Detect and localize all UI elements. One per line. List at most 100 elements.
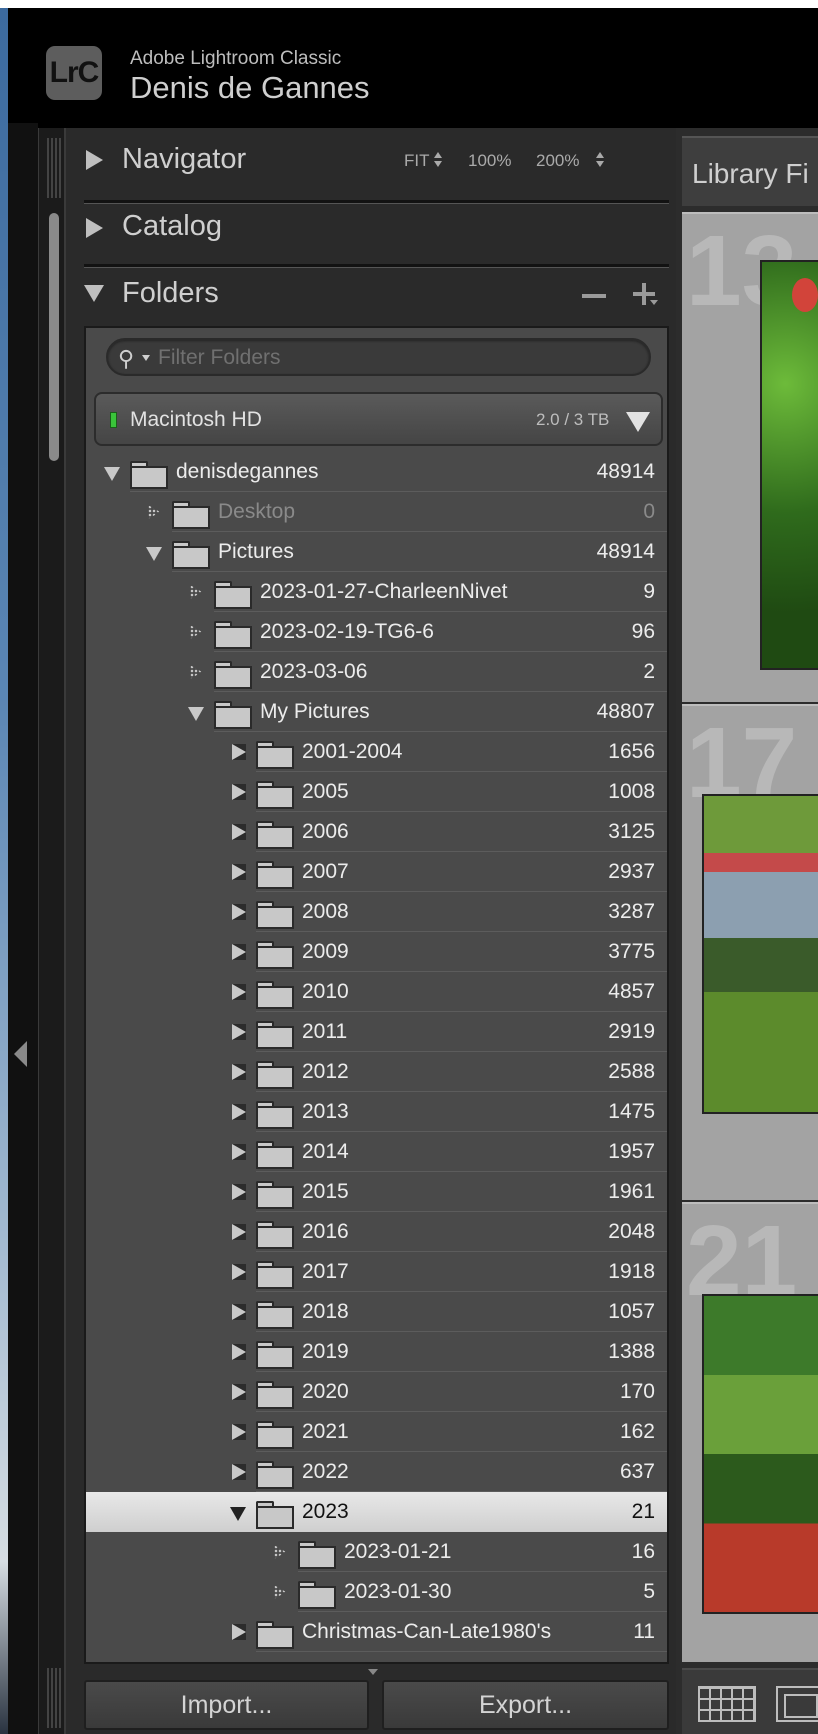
volume-header[interactable]: Macintosh HD 2.0 / 3 TB <box>94 392 663 446</box>
loupe-view-icon[interactable] <box>776 1686 818 1722</box>
folder-row[interactable]: 2007 2937 <box>86 852 667 892</box>
remove-folder-icon[interactable] <box>582 294 606 298</box>
disclosure-collapsed-icon[interactable] <box>232 824 246 840</box>
disclosure-collapsed-icon[interactable] <box>232 864 246 880</box>
folder-row[interactable]: My Pictures 48807 <box>86 692 667 732</box>
collapse-left-panel-icon[interactable] <box>14 1041 27 1067</box>
disclosure-empty-icon[interactable] <box>274 1545 286 1559</box>
photo-thumbnail[interactable] <box>702 1294 818 1614</box>
zoom-fit-option[interactable]: FIT <box>404 151 430 171</box>
collapse-triangle-icon[interactable] <box>84 285 104 302</box>
disclosure-empty-icon[interactable] <box>190 585 202 599</box>
disclosure-collapsed-icon[interactable] <box>232 784 246 800</box>
disclosure-collapsed-icon[interactable] <box>232 1184 246 1200</box>
search-icon[interactable]: ⚲ <box>118 346 134 372</box>
folder-row[interactable]: 2023-01-30 5 <box>86 1572 667 1612</box>
disclosure-empty-icon[interactable] <box>274 1585 286 1599</box>
filter-folders-field[interactable]: ⚲ <box>106 338 651 376</box>
folder-row[interactable]: 2016 2048 <box>86 1212 667 1252</box>
disclosure-collapsed-icon[interactable] <box>232 1424 246 1440</box>
folder-name: 2007 <box>302 860 349 883</box>
disclosure-collapsed-icon[interactable] <box>232 1104 246 1120</box>
folder-row[interactable]: 2021 162 <box>86 1412 667 1452</box>
folder-row[interactable]: 2001-2004 1656 <box>86 732 667 772</box>
folder-row[interactable]: 2023-03-06 2 <box>86 652 667 692</box>
folder-row[interactable]: 2009 3775 <box>86 932 667 972</box>
folder-row[interactable]: 2014 1957 <box>86 1132 667 1172</box>
folder-row[interactable]: 2012 2588 <box>86 1052 667 1092</box>
disclosure-collapsed-icon[interactable] <box>232 1024 246 1040</box>
folder-name: 2009 <box>302 940 349 963</box>
volume-menu-triangle-icon[interactable] <box>626 412 650 432</box>
folder-row[interactable]: 2023-01-21 16 <box>86 1532 667 1572</box>
add-folder-menu-caret-icon[interactable] <box>650 300 658 305</box>
folder-row[interactable]: Desktop 0 <box>86 492 667 532</box>
folder-row[interactable]: Christmas-Can-Late1980's 11 <box>86 1612 667 1652</box>
grid-cell[interactable]: 21 <box>682 1202 818 1662</box>
folder-icon <box>256 1221 294 1249</box>
navigator-header[interactable]: Navigator FIT 100% 200% <box>66 128 678 192</box>
grid-cell[interactable]: 13 <box>682 212 818 702</box>
disclosure-collapsed-icon[interactable] <box>232 1144 246 1160</box>
folder-row[interactable]: denisdegannes 48914 <box>86 452 667 492</box>
folder-name: 2015 <box>302 1180 349 1203</box>
disclosure-collapsed-icon[interactable] <box>232 1304 246 1320</box>
folder-row[interactable]: 2020 170 <box>86 1372 667 1412</box>
folder-row[interactable]: 2011 2919 <box>86 1012 667 1052</box>
folder-row[interactable]: 2010 4857 <box>86 972 667 1012</box>
disclosure-collapsed-icon[interactable] <box>232 1064 246 1080</box>
folder-row[interactable]: 2017 1918 <box>86 1252 667 1292</box>
folder-row[interactable]: 2006 3125 <box>86 812 667 852</box>
disclosure-empty-icon[interactable] <box>148 505 160 519</box>
export-button[interactable]: Export... <box>382 1680 669 1730</box>
disclosure-collapsed-icon[interactable] <box>232 1464 246 1480</box>
disclosure-collapsed-icon[interactable] <box>232 1264 246 1280</box>
disclosure-expanded-icon[interactable] <box>146 547 162 561</box>
grid-cell[interactable]: 17 <box>682 704 818 1200</box>
folder-row[interactable]: 2013 1475 <box>86 1092 667 1132</box>
photo-thumbnail[interactable] <box>702 794 818 1114</box>
zoom-100-option[interactable]: 100% <box>468 151 511 171</box>
updown-arrows-icon[interactable] <box>434 152 443 168</box>
folder-icon <box>256 1101 294 1129</box>
folder-row[interactable]: 2023-02-19-TG6-6 96 <box>86 612 667 652</box>
filter-folders-input[interactable] <box>158 343 638 373</box>
folder-row[interactable]: 2015 1961 <box>86 1172 667 1212</box>
folder-icon <box>298 1541 336 1569</box>
expand-triangle-icon[interactable] <box>86 218 103 238</box>
disclosure-collapsed-icon[interactable] <box>232 984 246 1000</box>
library-filter-bar[interactable]: Library Fi <box>682 136 818 206</box>
disclosure-empty-icon[interactable] <box>190 665 202 679</box>
disclosure-expanded-icon[interactable] <box>104 467 120 481</box>
disclosure-expanded-icon[interactable] <box>188 707 204 721</box>
expand-triangle-icon[interactable] <box>86 150 103 170</box>
disclosure-collapsed-icon[interactable] <box>232 744 246 760</box>
catalog-header[interactable]: Catalog <box>66 208 678 272</box>
disclosure-collapsed-icon[interactable] <box>232 1224 246 1240</box>
import-button[interactable]: Import... <box>84 1680 369 1730</box>
disclosure-expanded-icon[interactable] <box>230 1507 246 1521</box>
folder-name: 2022 <box>302 1460 349 1483</box>
folder-icon <box>256 901 294 929</box>
folder-row[interactable]: 2005 1008 <box>86 772 667 812</box>
folder-row[interactable]: 2023-01-27-CharleenNivet 9 <box>86 572 667 612</box>
folder-row[interactable]: 2022 637 <box>86 1452 667 1492</box>
disclosure-collapsed-icon[interactable] <box>232 1344 246 1360</box>
folder-row[interactable]: Pictures 48914 <box>86 532 667 572</box>
scrollbar-thumb[interactable] <box>49 213 59 461</box>
folder-row[interactable]: 2023 21 <box>86 1492 667 1532</box>
folder-row[interactable]: 2008 3287 <box>86 892 667 932</box>
updown-arrows-icon[interactable] <box>596 152 605 168</box>
disclosure-collapsed-icon[interactable] <box>232 1624 246 1640</box>
chevron-down-icon[interactable] <box>142 355 150 361</box>
grid-view-icon[interactable] <box>698 1686 756 1722</box>
disclosure-collapsed-icon[interactable] <box>232 944 246 960</box>
disclosure-empty-icon[interactable] <box>190 625 202 639</box>
disclosure-collapsed-icon[interactable] <box>232 1384 246 1400</box>
zoom-200-option[interactable]: 200% <box>536 151 579 171</box>
disclosure-collapsed-icon[interactable] <box>232 904 246 920</box>
folder-row[interactable]: 2018 1057 <box>86 1292 667 1332</box>
photo-thumbnail[interactable] <box>760 260 818 670</box>
folder-row[interactable]: 2019 1388 <box>86 1332 667 1372</box>
folders-header[interactable]: Folders <box>66 264 678 328</box>
